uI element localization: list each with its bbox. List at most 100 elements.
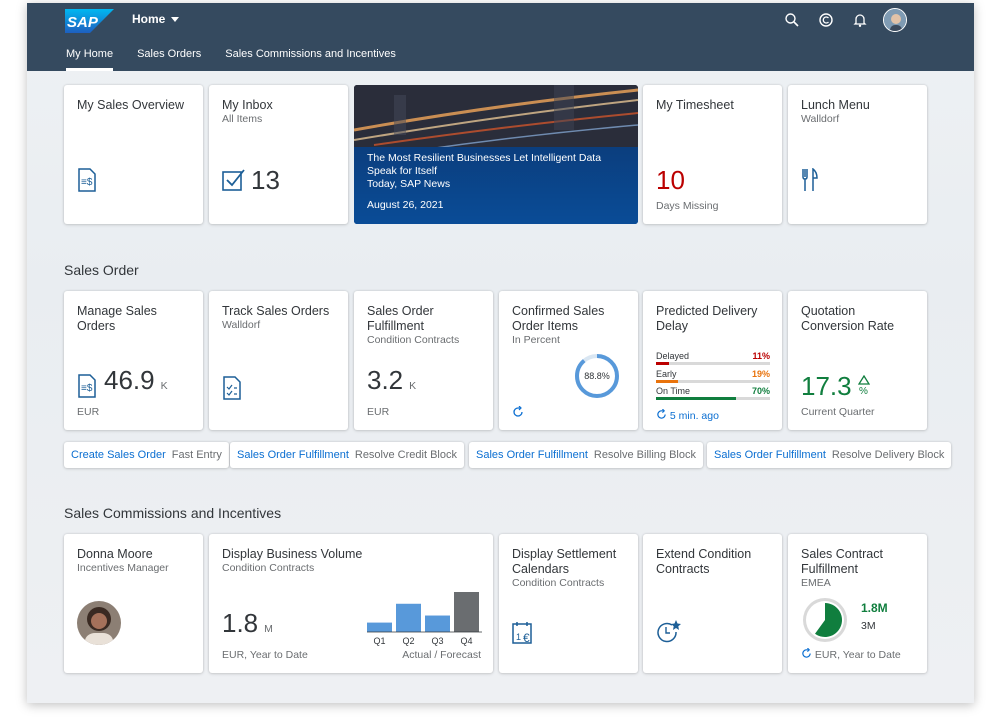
tile-title: Track Sales Orders: [222, 304, 330, 318]
bar-q1: [367, 622, 392, 632]
link-resolve-delivery-block[interactable]: Sales Order Fulfillment Resolve Delivery …: [707, 442, 952, 468]
delivery-fill: [656, 397, 736, 400]
news-image: [354, 85, 638, 155]
bar-q4: [454, 592, 479, 632]
delivery-label: Delayed: [656, 351, 690, 361]
tile-title: My Sales Overview: [77, 98, 184, 112]
tile-news[interactable]: The Most Resilient Businesses Let Intell…: [354, 85, 638, 224]
link-resolve-credit-block[interactable]: Sales Order Fulfillment Resolve Credit Bl…: [230, 442, 464, 468]
delivery-percent: 19%: [751, 369, 770, 379]
tile-subtitle: Condition Contracts: [222, 562, 315, 574]
tile-lunch-menu[interactable]: Lunch Menu Walldorf: [788, 85, 927, 224]
tile-subtitle: Walldorf: [222, 319, 261, 331]
refresh-icon[interactable]: [512, 406, 524, 418]
delivery-fill: [656, 362, 669, 365]
kpi-unit: %: [859, 386, 868, 397]
tile-subtitle: Condition Contracts: [512, 577, 605, 589]
tile-manage-sales-orders[interactable]: Manage Sales Orders ≡$ 46.9 K EUR: [64, 291, 203, 430]
tile-title: Lunch Menu: [801, 98, 870, 112]
delivery-track: [656, 397, 770, 400]
tab-my-home[interactable]: My Home: [54, 47, 125, 71]
delivery-row: Early 19%: [656, 369, 770, 383]
sap-logo[interactable]: SAP: [65, 9, 114, 33]
tick-label: Q4: [460, 636, 472, 646]
contract-actual: 1.8M: [861, 601, 888, 615]
tile-sales-order-fulfillment[interactable]: Sales Order Fulfillment Condition Contrac…: [354, 291, 493, 430]
tile-footer: EUR: [77, 406, 100, 418]
tile-my-timesheet[interactable]: My Timesheet 10 Days Missing: [643, 85, 782, 224]
clock-star-icon: [657, 620, 681, 643]
svg-text:1: 1: [516, 632, 521, 642]
search-icon[interactable]: [784, 12, 800, 28]
delivery-track: [656, 362, 770, 365]
harvey-ball-chart: [803, 598, 847, 642]
tile-title: My Inbox: [222, 98, 273, 112]
delivery-percent: 70%: [751, 386, 770, 396]
business-volume-chart: Q1 Q2 Q3 Q4: [367, 592, 482, 646]
refresh-icon[interactable]: [801, 647, 812, 659]
contract-target: 3M: [861, 620, 876, 632]
tile-confirmed-sales-order-items[interactable]: Confirmed Sales Order Items In Percent 88…: [499, 291, 638, 430]
launchpad: SAP Home My Home Sales Orders Sales Comm…: [27, 3, 974, 703]
tile-extend-condition-contracts[interactable]: Extend Condition Contracts: [643, 534, 782, 673]
refresh-link[interactable]: 5 min. ago: [656, 408, 719, 422]
tile-title: Sales Order Fulfillment: [367, 304, 434, 333]
tab-sales-commissions[interactable]: Sales Commissions and Incentives: [213, 47, 408, 71]
tile-title: Sales Contract Fulfillment: [801, 547, 883, 576]
shell-bar: SAP Home My Home Sales Orders Sales Comm…: [27, 3, 974, 71]
home-menu-button[interactable]: Home: [132, 12, 180, 26]
bar-q3: [425, 615, 450, 632]
tile-track-sales-orders[interactable]: Track Sales Orders Walldorf: [209, 291, 348, 430]
radial-progress: 88.8%: [575, 354, 619, 398]
user-avatar[interactable]: [883, 8, 907, 32]
checkbox-icon: [222, 169, 245, 191]
delivery-fill: [656, 380, 678, 383]
tile-person[interactable]: Donna Moore Incentives Manager: [64, 534, 203, 673]
tile-title: Confirmed Sales Order Items: [512, 304, 605, 333]
task-list-icon: [223, 376, 241, 400]
tile-predicted-delivery-delay[interactable]: Predicted Delivery Delay Delayed 11% Early…: [643, 291, 782, 430]
cutlery-icon: [802, 168, 818, 191]
timesheet-value: 10: [656, 165, 685, 195]
help-icon[interactable]: [818, 12, 834, 28]
delivery-label: Early: [656, 369, 677, 379]
tile-sales-contract-fulfillment[interactable]: Sales Contract Fulfillment EMEA 1.8M 3M E…: [788, 534, 927, 673]
tile-display-settlement-calendars[interactable]: Display Settlement Calendars Condition Co…: [499, 534, 638, 673]
tile-subtitle: EMEA: [801, 577, 831, 589]
tile-quotation-conversion-rate[interactable]: Quotation Conversion Rate 17.3 % Current…: [788, 291, 927, 430]
tile-footer: Current Quarter: [801, 406, 875, 418]
bar-q2: [396, 603, 421, 632]
refresh-time: 5 min. ago: [669, 410, 719, 422]
tile-title: Display Settlement Calendars: [512, 547, 617, 576]
delivery-label: On Time: [656, 386, 691, 396]
sales-document-icon: ≡$: [78, 374, 96, 398]
tile-subtitle: All Items: [222, 113, 263, 125]
person-role: Incentives Manager: [77, 562, 169, 574]
delivery-row: On Time 70%: [656, 386, 770, 400]
tile-title: Manage Sales Orders: [77, 304, 157, 333]
tile-footer: EUR, Year to Date: [222, 649, 308, 661]
link-create-sales-order[interactable]: Create Sales Order Fast Entry: [64, 442, 229, 468]
news-source: Today, SAP News: [367, 178, 451, 190]
bell-icon[interactable]: [852, 12, 868, 28]
svg-text:SAP: SAP: [67, 14, 99, 31]
kpi-value: 3.2 K: [367, 365, 417, 395]
news-headline: The Most Resilient Businesses Let Intell…: [367, 152, 602, 177]
tick-label: Q2: [402, 636, 414, 646]
tile-title: Display Business Volume: [222, 547, 363, 561]
tab-sales-orders[interactable]: Sales Orders: [125, 47, 213, 71]
person-avatar: [77, 601, 121, 645]
tab-bar: My Home Sales Orders Sales Commissions a…: [54, 47, 408, 71]
tile-display-business-volume[interactable]: Display Business Volume Condition Contrac…: [209, 534, 493, 673]
tick-label: Q3: [431, 636, 443, 646]
kpi-value: 1.8 M: [222, 608, 273, 638]
tile-my-sales-overview[interactable]: My Sales Overview ≡$: [64, 85, 203, 224]
tile-footer: Days Missing: [656, 200, 719, 212]
trend-up-icon: [858, 375, 870, 385]
delivery-row: Delayed 11%: [656, 351, 770, 365]
refresh-icon: [657, 408, 666, 419]
tile-subtitle: Walldorf: [801, 113, 840, 125]
delivery-percent: 11%: [752, 351, 770, 361]
link-resolve-billing-block[interactable]: Sales Order Fulfillment Resolve Billing B…: [469, 442, 703, 468]
tile-my-inbox[interactable]: My Inbox All Items 13: [209, 85, 348, 224]
